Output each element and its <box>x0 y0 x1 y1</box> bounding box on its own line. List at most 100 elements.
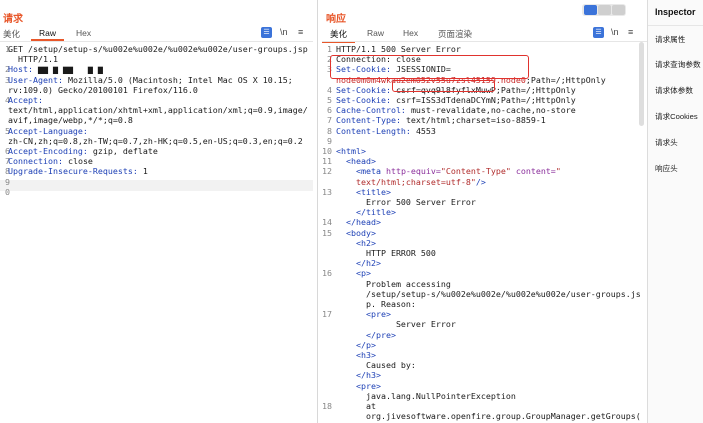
response-code-line: java.lang.NullPointerException <box>336 391 516 402</box>
response-newline-toggle[interactable]: \n <box>611 27 619 37</box>
response-line-number: 5 <box>327 95 332 105</box>
response-code-line: <meta http-equiv="Content-Type" content=… <box>336 166 561 177</box>
response-code-token: </h2> <box>336 258 381 269</box>
response-code-token: </pre> <box>336 329 396 340</box>
layout-toggle[interactable] <box>582 4 626 16</box>
response-code-line: HTTP/1.1 500 Server Error <box>336 44 461 55</box>
request-code-line: Accept-Encoding: gzip, deflate <box>8 146 158 157</box>
request-code-token: zh-CN,zh;q=0.8,zh-TW;q=0.7,zh-HK;q=0.5,e… <box>8 135 303 146</box>
request-wrap-icon[interactable]: ☰ <box>261 27 272 38</box>
response-line-number: 18 <box>322 401 332 411</box>
response-code-token: p. Reason: <box>336 299 416 309</box>
response-line-number: 17 <box>322 309 332 320</box>
request-code-token: close <box>67 156 93 167</box>
response-line-number: 11 <box>322 156 332 167</box>
response-code-line: <h3> <box>336 350 376 361</box>
request-newline-toggle[interactable]: \n <box>280 27 288 37</box>
request-menu-icon[interactable]: ≡ <box>298 27 303 37</box>
response-code-line: <pre> <box>336 309 391 320</box>
pane-splitter[interactable] <box>317 0 318 423</box>
request-current-line <box>0 180 313 191</box>
response-code-token: HTTP ERROR 500 <box>336 248 436 258</box>
response-code-token: <pre> <box>336 309 391 320</box>
inspector-panel: Inspector 请求属性 请求查询参数 请求体参数 请求Cookies 请求… <box>647 0 703 423</box>
inspector-response-headers[interactable]: 响应头 <box>655 163 678 174</box>
response-code-token: Caused by: <box>336 360 416 371</box>
request-code-token: Upgrade-Insecure-Requests: <box>8 166 143 177</box>
response-code-line: <title> <box>336 187 391 198</box>
request-code-token: ▆▆ ▆ ▆▆ ▆ ▆ <box>37 64 103 75</box>
response-line-number: 12 <box>322 166 332 177</box>
response-title: 响应 <box>326 14 346 25</box>
response-line-number: 1 <box>327 44 332 54</box>
response-code-line: </p> <box>336 340 376 351</box>
inspector-request-body-params[interactable]: 请求体参数 <box>655 85 693 96</box>
response-tab-render[interactable]: 页面渲染 <box>438 27 472 41</box>
request-code-line: Accept-Language: <box>8 126 88 137</box>
response-tab-raw[interactable]: Raw <box>367 27 384 39</box>
inspector-request-cookies[interactable]: 请求Cookies <box>655 111 698 122</box>
response-code-token: </head> <box>336 217 381 228</box>
request-tab-pretty[interactable]: 美化 <box>3 27 20 41</box>
response-scrollbar[interactable] <box>639 42 644 126</box>
response-wrap-icon[interactable]: ☰ <box>593 27 604 38</box>
response-code-token: "Content-Type" <box>440 166 511 177</box>
response-code-token: org.jivesoftware.openfire.group.GroupMan… <box>336 411 641 422</box>
response-code-line: Content-Type: text/html;charset=iso-8859… <box>336 115 546 126</box>
response-code-token: Content-Length: <box>336 125 416 136</box>
request-code-token: Host: <box>8 64 38 75</box>
response-code-token: <meta <box>336 166 386 177</box>
response-menu-icon[interactable]: ≡ <box>628 27 633 37</box>
response-code-line: text/html;charset=utf-8"/> <box>336 177 486 188</box>
response-code-token: </h3> <box>336 370 381 381</box>
response-line-number: 10 <box>322 146 332 156</box>
response-code-token: Set-Cookie: <box>336 95 396 105</box>
response-code-token: <h2> <box>336 237 376 248</box>
response-code-line: </head> <box>336 217 381 228</box>
response-line-number: 15 <box>322 227 332 238</box>
inspector-request-headers[interactable]: 请求头 <box>655 137 678 148</box>
response-code-line: Problem accessing <box>336 279 451 290</box>
inspector-request-attributes[interactable]: 请求属性 <box>655 34 685 45</box>
layout-single-icon[interactable] <box>612 5 625 15</box>
response-pane: 响应 美化 Raw Hex 页面渲染 ☰ \n ≡ 1 HTTP/1.1 500 … <box>322 0 647 423</box>
request-code-token: 1 <box>142 166 148 177</box>
request-code-token: HTTP/1.1 <box>8 54 58 65</box>
request-code-token: Accept: <box>8 95 43 105</box>
response-code-token: HTTP/1.1 500 Server Error <box>336 44 461 54</box>
request-code-line: Accept: <box>8 95 43 106</box>
response-code-token: Set-Cookie: <box>336 84 396 95</box>
layout-horizontal-icon[interactable] <box>598 5 611 15</box>
response-code-token: </title> <box>336 207 396 218</box>
response-code-token: <body> <box>336 227 376 238</box>
layout-split-icon[interactable] <box>584 5 597 15</box>
request-tab-hex[interactable]: Hex <box>76 27 91 39</box>
response-code-token: text/html;charset=utf-8" <box>336 176 476 187</box>
response-code-line: <html> <box>336 146 366 157</box>
response-code-line: at <box>336 401 376 412</box>
response-code-token: <head> <box>336 156 376 167</box>
request-code-line: GET /setup/setup-s/%u002e%u002e/%u002e%u… <box>8 44 308 55</box>
request-code-line: avif,image/webp,*/*;q=0.8 <box>8 115 133 126</box>
response-line-number: 6 <box>327 105 332 116</box>
request-code-token: text/html,application/xhtml+xml,applicat… <box>8 105 308 116</box>
inspector-request-query-params[interactable]: 请求查询参数 <box>655 59 701 70</box>
response-code-line: </pre> <box>336 330 396 341</box>
response-tab-pretty[interactable]: 美化 <box>322 27 356 43</box>
request-code-line: zh-CN,zh;q=0.8,zh-TW;q=0.7,zh-HK;q=0.5,e… <box>8 136 303 147</box>
request-code-token: rv:109.0) Gecko/20100101 Firefox/116.0 <box>8 84 198 95</box>
response-code-token: csrf=ISS3dTdenaDCYmN;Path=/;HttpOnly <box>395 95 576 105</box>
request-code-line: HTTP/1.1 <box>8 54 58 65</box>
request-code-line: Host: ▆▆ ▆ ▆▆ ▆ ▆ <box>8 64 103 75</box>
inspector-title: Inspector <box>655 7 696 17</box>
response-tab-hex[interactable]: Hex <box>403 27 418 39</box>
request-tab-raw[interactable]: Raw <box>30 27 65 41</box>
response-code-line: HTTP ERROR 500 <box>336 248 436 259</box>
response-line-number: 8 <box>327 125 332 136</box>
response-code-token: <title> <box>336 186 391 197</box>
request-line-number: 0 <box>5 186 10 197</box>
response-code-line: Content-Length: 4553 <box>336 126 436 137</box>
response-code-token: <h3> <box>336 350 376 360</box>
response-line-number: 13 <box>322 186 332 197</box>
response-code-token: <pre> <box>336 380 381 391</box>
